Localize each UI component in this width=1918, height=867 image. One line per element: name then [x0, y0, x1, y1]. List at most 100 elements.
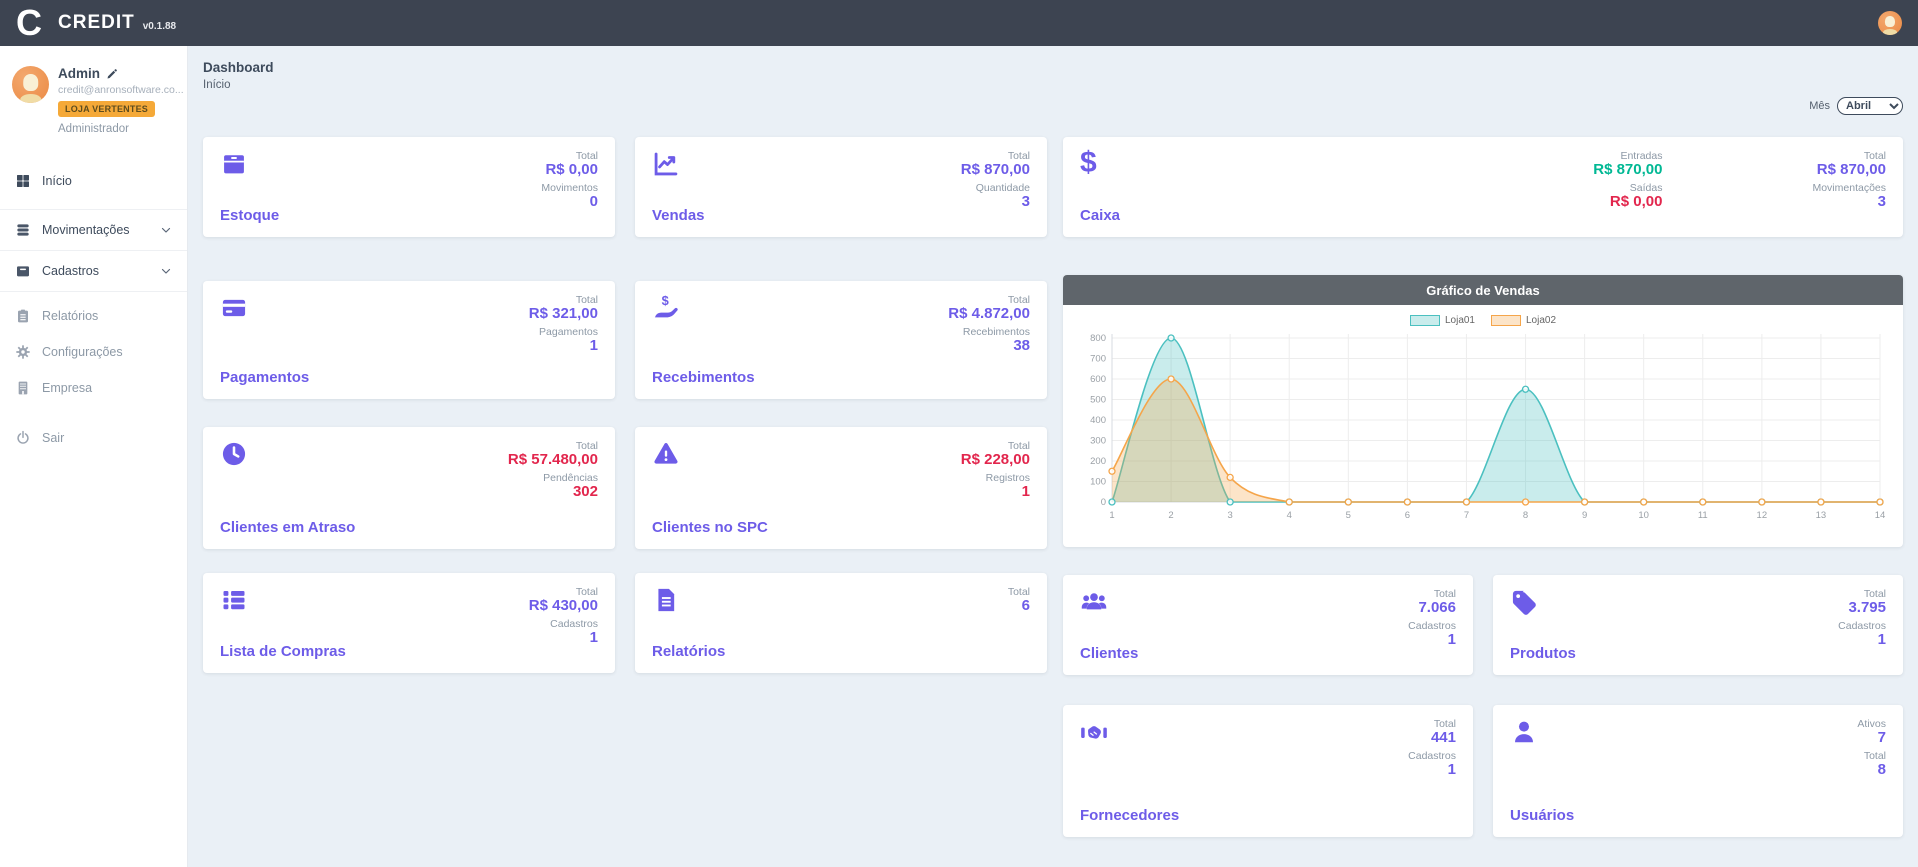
stat-value: R$ 4.872,00: [948, 306, 1030, 323]
sidebar-item-cadastros[interactable]: Cadastros: [0, 250, 187, 292]
stat-value: R$ 228,00: [961, 452, 1030, 469]
card-title: Vendas: [652, 207, 705, 224]
card-title: Estoque: [220, 207, 279, 224]
card-title: Pagamentos: [220, 369, 309, 386]
stat-value: 1: [1408, 762, 1456, 779]
avatar-head: [1885, 16, 1895, 27]
sidebar-item-label: Sair: [42, 431, 64, 445]
svg-text:400: 400: [1090, 415, 1106, 426]
card-caixa[interactable]: $ Caixa Entradas R$ 870,00 Saídas R$ 0,0…: [1063, 137, 1903, 237]
stat-value: R$ 870,00: [1593, 162, 1662, 179]
tag-icon: [1510, 588, 1538, 616]
pencil-edit-icon[interactable]: [106, 68, 118, 80]
sidebar-item-sair[interactable]: Sair: [0, 420, 187, 456]
svg-text:1: 1: [1109, 510, 1114, 521]
stat-label: Registros: [961, 472, 1030, 484]
legend-item-loja01[interactable]: Loja01: [1410, 315, 1475, 326]
svg-text:$: $: [662, 294, 669, 308]
warning-icon: [652, 440, 680, 468]
sidebar-item-configuracoes[interactable]: Configurações: [0, 334, 187, 370]
stat-value: 3: [961, 194, 1030, 211]
stat-label: Pendências: [508, 472, 598, 484]
svg-text:12: 12: [1757, 510, 1768, 521]
power-icon: [15, 430, 31, 446]
stat-value: 7.066: [1408, 600, 1456, 617]
card-title: Clientes: [1080, 645, 1138, 662]
stat-label: Movimentos: [541, 182, 598, 194]
card-recebimentos[interactable]: $ Recebimentos Total R$ 4.872,00 Recebim…: [635, 281, 1047, 399]
card-title: Recebimentos: [652, 369, 755, 386]
card-estoque[interactable]: Estoque Total R$ 0,00 Movimentos 0: [203, 137, 615, 237]
gear-icon: [15, 344, 31, 360]
stat-label: Quantidade: [961, 182, 1030, 194]
legend-label: Loja02: [1526, 315, 1556, 326]
breadcrumb: Dashboard Início: [203, 60, 1903, 91]
card-lista-de-compras[interactable]: Lista de Compras Total R$ 430,00 Cadastr…: [203, 573, 615, 673]
stat-label: Saídas: [1593, 182, 1662, 194]
avatar-head: [23, 74, 39, 91]
sidebar-item-label: Empresa: [42, 381, 92, 395]
card-title: Lista de Compras: [220, 643, 346, 660]
stat-value: R$ 0,00: [1593, 194, 1662, 211]
card-clientes-no-spc[interactable]: Clientes no SPC Total R$ 228,00 Registro…: [635, 427, 1047, 549]
sidebar-item-relatorios[interactable]: Relatórios: [0, 298, 187, 334]
svg-text:5: 5: [1346, 510, 1351, 521]
card-title: Clientes em Atraso: [220, 519, 355, 536]
user-icon: [1510, 718, 1538, 746]
app-logo[interactable]: C CREDIT v0.1.88: [16, 3, 176, 43]
card-title: Caixa: [1080, 207, 1120, 224]
card-clientes-em-atraso[interactable]: Clientes em Atraso Total R$ 57.480,00 Pe…: [203, 427, 615, 549]
sidebar-item-label: Cadastros: [42, 264, 99, 278]
store-badge: LOJA VERTENTES: [58, 101, 155, 117]
app-version: v0.1.88: [143, 21, 176, 32]
svg-text:3: 3: [1228, 510, 1233, 521]
card-vendas[interactable]: Vendas Total R$ 870,00 Quantidade 3: [635, 137, 1047, 237]
sidebar-item-movimentacoes[interactable]: Movimentações: [0, 209, 187, 251]
svg-text:11: 11: [1698, 510, 1708, 521]
stat-label: Cadastros: [1408, 750, 1456, 762]
sidebar-item-inicio[interactable]: Início: [0, 163, 187, 199]
legend-label: Loja01: [1445, 315, 1475, 326]
stat-value: R$ 321,00: [529, 306, 598, 323]
stat-label: Movimentações: [1812, 182, 1886, 194]
card-produtos[interactable]: Produtos Total 3.795 Cadastros 1: [1493, 575, 1903, 675]
stat-label: Pagamentos: [529, 326, 598, 338]
page-subtitle: Início: [203, 79, 1903, 91]
legend-swatch-loja02: [1491, 315, 1521, 326]
user-role: Administrador: [58, 123, 175, 135]
card-pagamentos[interactable]: Pagamentos Total R$ 321,00 Pagamentos 1: [203, 281, 615, 399]
dollar-icon: $: [1080, 150, 1120, 176]
chart-title: Gráfico de Vendas: [1063, 275, 1903, 305]
chart-legend: Loja01 Loja02: [1063, 315, 1903, 326]
stat-value: R$ 870,00: [1812, 162, 1886, 179]
sidebar-nav: Início Movimentações Cadastros: [0, 163, 187, 456]
chevron-down-icon: [160, 224, 172, 236]
card-fornecedores[interactable]: Fornecedores Total 441 Cadastros 1: [1063, 705, 1473, 837]
stat-value: 302: [508, 484, 598, 501]
clipboard-icon: [15, 308, 31, 324]
card-title: Produtos: [1510, 645, 1576, 662]
topbar-user-avatar[interactable]: [1878, 11, 1902, 35]
chart-line-icon: [652, 150, 680, 178]
stat-label: Cadastros: [1408, 620, 1456, 632]
card-usuarios[interactable]: Usuários Ativos 7 Total 8: [1493, 705, 1903, 837]
sidebar-item-label: Configurações: [42, 345, 123, 359]
legend-item-loja02[interactable]: Loja02: [1491, 315, 1556, 326]
user-email: credit@anronsoftware.co...: [58, 84, 175, 96]
card-relatorios[interactable]: Relatórios Total 6: [635, 573, 1047, 673]
svg-text:7: 7: [1464, 510, 1469, 521]
box-icon: [220, 150, 248, 178]
stat-value: R$ 57.480,00: [508, 452, 598, 469]
stat-value: 1: [529, 630, 598, 647]
card-clientes[interactable]: Clientes Total 7.066 Cadastros 1: [1063, 575, 1473, 675]
stat-value: R$ 0,00: [541, 162, 598, 179]
month-select[interactable]: Abril: [1837, 97, 1903, 115]
user-name: Admin: [58, 66, 100, 81]
sidebar-item-label: Início: [42, 174, 72, 188]
stat-value: 3.795: [1838, 600, 1886, 617]
chevron-down-icon: [160, 265, 172, 277]
sidebar-item-empresa[interactable]: Empresa: [0, 370, 187, 406]
svg-text:700: 700: [1090, 354, 1106, 365]
grid-icon: [15, 173, 31, 189]
stat-value: 8: [1857, 762, 1886, 779]
